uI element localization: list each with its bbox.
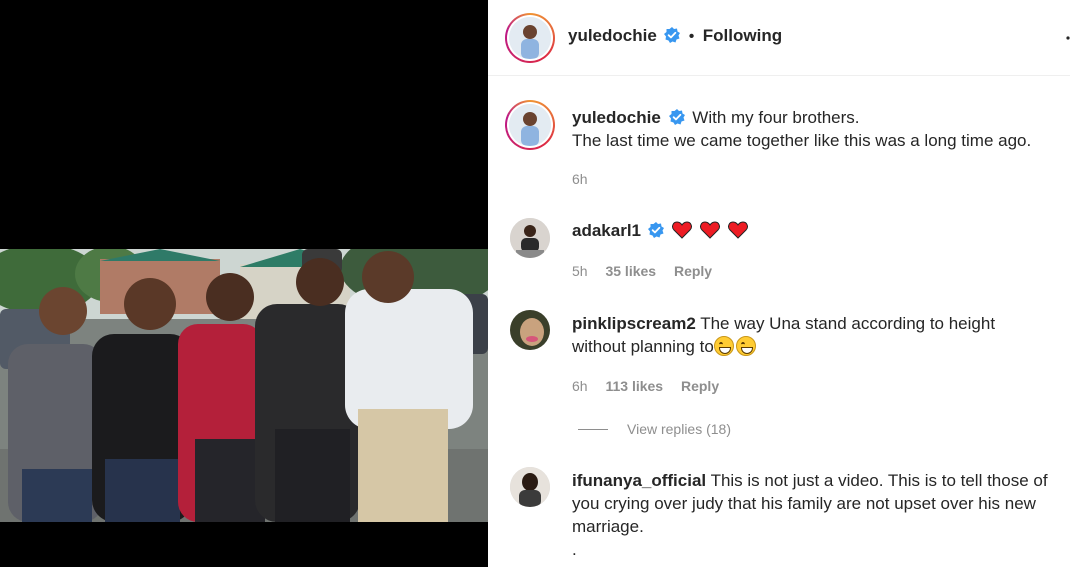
comment-username[interactable]: pinklipscream2 bbox=[572, 314, 696, 333]
verified-badge-icon bbox=[668, 109, 685, 125]
red-heart-icon bbox=[728, 221, 748, 239]
author-avatar[interactable] bbox=[505, 13, 555, 63]
comment-avatar[interactable] bbox=[510, 218, 550, 258]
verified-badge-icon bbox=[664, 27, 681, 43]
grinning-face-emoji-icon bbox=[735, 336, 756, 356]
comment-3: ifunanya_official This is not just a vid… bbox=[572, 469, 1062, 561]
comment-text-line-1: The way Una stand according to height bbox=[700, 314, 996, 333]
comment-text-line-3: marriage. bbox=[572, 517, 644, 536]
comment-2-meta: 6h 113 likes Reply bbox=[572, 378, 719, 394]
comment-text-line-2: without planning to bbox=[572, 337, 714, 356]
more-dots-icon[interactable] bbox=[1062, 28, 1070, 48]
red-heart-icon bbox=[700, 221, 721, 239]
reply-button[interactable]: Reply bbox=[681, 378, 719, 394]
comment-avatar[interactable] bbox=[510, 467, 550, 507]
view-replies-button[interactable]: View replies (18) bbox=[627, 421, 731, 437]
separator-dot: • bbox=[688, 28, 695, 45]
caption-line-1: With my four brothers. bbox=[692, 108, 860, 127]
comment-2: pinklipscream2 The way Una stand accordi… bbox=[572, 312, 1052, 358]
comment-time[interactable]: 6h bbox=[572, 378, 588, 394]
reply-button[interactable]: Reply bbox=[674, 263, 712, 279]
caption-line-2: The last time we came together like this… bbox=[572, 131, 1032, 150]
comment-1-meta: 5h 35 likes Reply bbox=[572, 263, 712, 279]
caption: yuledochie With my four brothers. The la… bbox=[572, 106, 1062, 152]
following-button[interactable]: Following bbox=[703, 26, 782, 45]
grinning-face-emoji-icon bbox=[713, 336, 734, 356]
comment-1: adakarl1 bbox=[572, 219, 751, 242]
comment-likes[interactable]: 35 likes bbox=[605, 263, 656, 279]
view-replies-divider bbox=[578, 429, 608, 430]
caption-username[interactable]: yuledochie bbox=[572, 108, 661, 127]
comment-username[interactable]: adakarl1 bbox=[572, 221, 641, 240]
comment-text-line-1: This is not just a video. This is to tel… bbox=[710, 471, 1048, 490]
comment-likes[interactable]: 113 likes bbox=[605, 378, 663, 394]
author-username[interactable]: yuledochie bbox=[568, 26, 657, 45]
comment-time[interactable]: 5h bbox=[572, 263, 588, 279]
post-side-panel: yuledochie • Following yuledochie With m… bbox=[488, 0, 1070, 567]
post-header: yuledochie • Following bbox=[488, 0, 1070, 76]
post-media-area bbox=[0, 0, 488, 567]
red-heart-icon bbox=[672, 221, 693, 239]
comment-avatar[interactable] bbox=[510, 310, 550, 350]
comment-text-line-4: . bbox=[572, 540, 577, 559]
comment-username[interactable]: ifunanya_official bbox=[572, 471, 706, 490]
post-photo[interactable] bbox=[0, 249, 488, 522]
comment-text-line-2: you crying over judy that his family are… bbox=[572, 494, 1036, 513]
verified-badge-icon bbox=[647, 222, 664, 238]
caption-time[interactable]: 6h bbox=[572, 171, 588, 187]
caption-author-avatar[interactable] bbox=[505, 100, 555, 150]
